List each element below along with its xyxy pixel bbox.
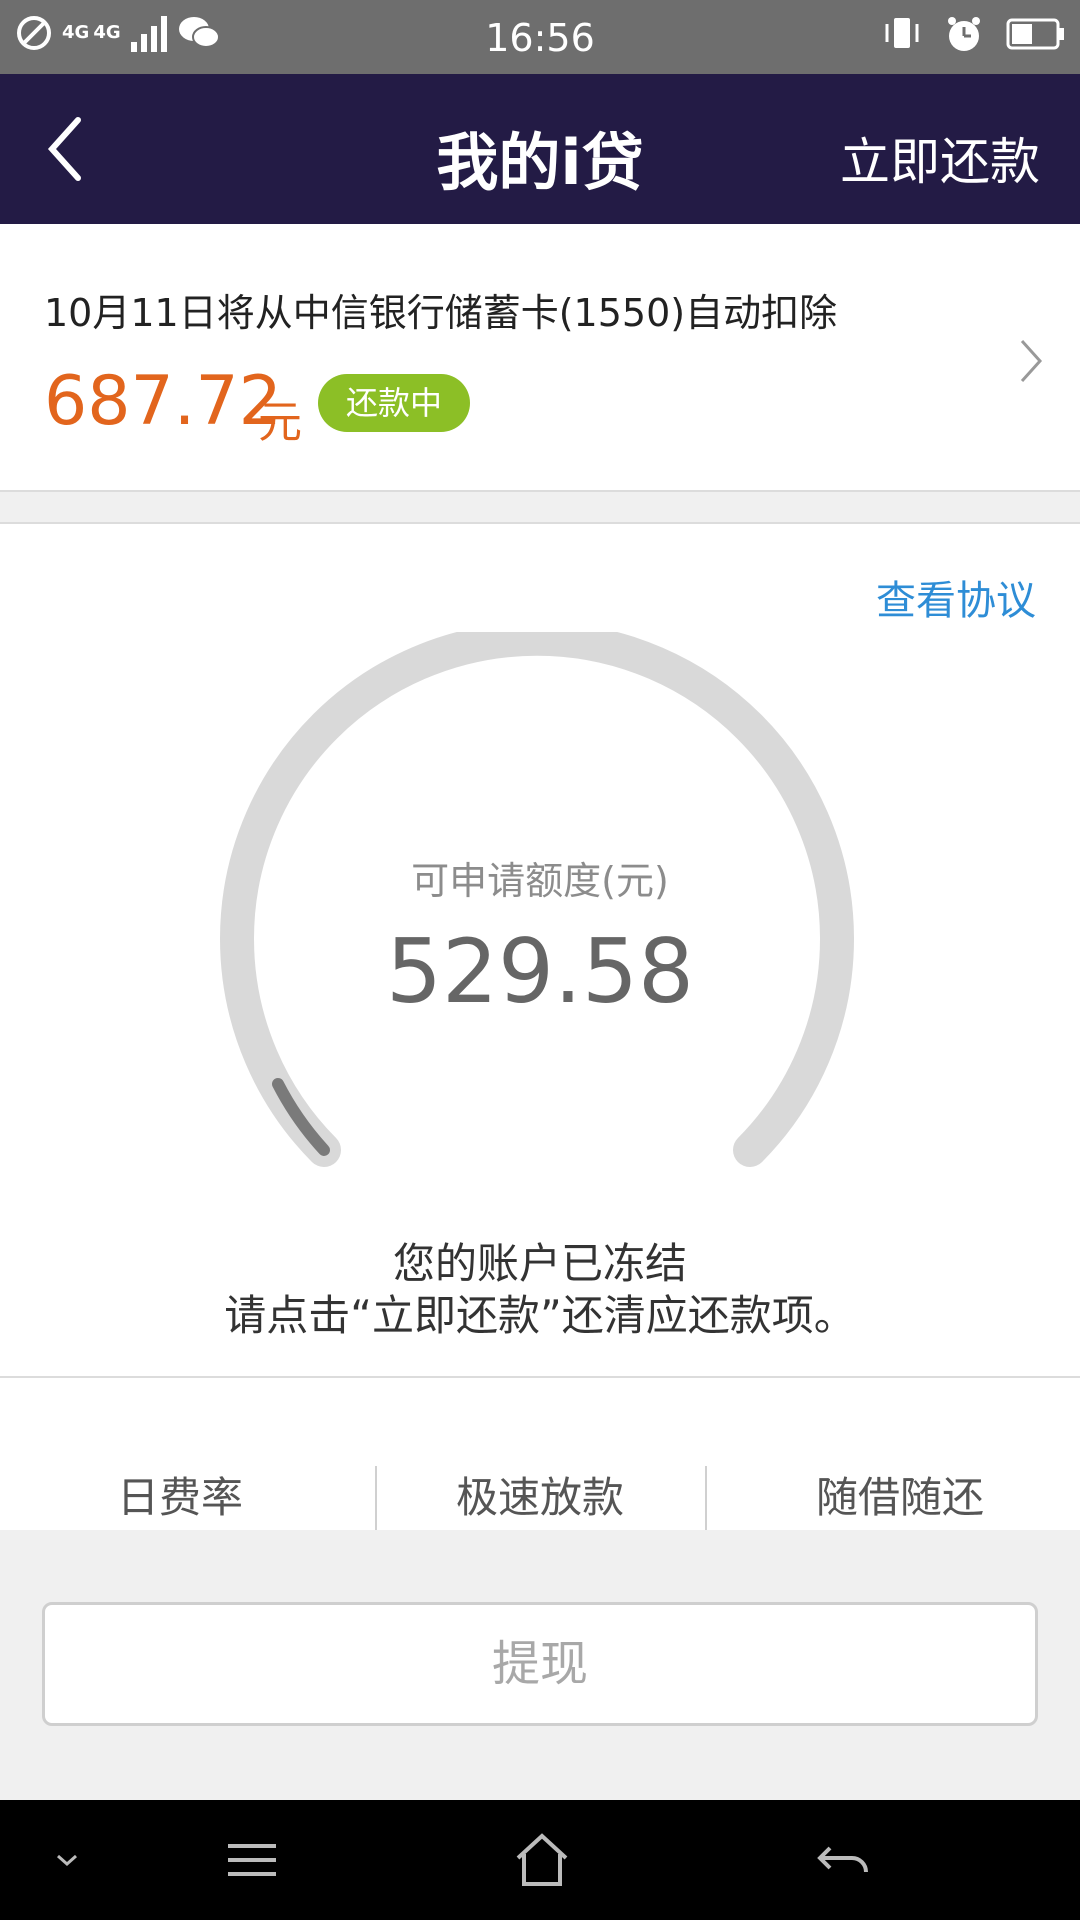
feature-daily-rate: 日费率 [116, 1473, 243, 1522]
system-nav-bar [0, 1800, 1080, 1920]
status-badge: 还款中 [318, 374, 470, 432]
status-right [882, 14, 1066, 54]
feature-fast-disbursal: 极速放款 [455, 1473, 624, 1522]
features-row: 日费率 极速放款 随借随还 [0, 1466, 1080, 1530]
credit-limit-label: 可申请额度(元) [411, 859, 669, 903]
credit-limit-value: 529.58 [386, 920, 694, 1023]
chevron-down-icon[interactable] [52, 1830, 82, 1890]
feature-divider-1 [375, 1466, 377, 1530]
section-divider [0, 490, 1080, 524]
repayment-description: 10月11日将从中信银行储蓄卡(1550)自动扣除 [44, 291, 838, 335]
alarm-icon [948, 17, 980, 51]
status-bar: 4G 4G 16:56 [0, 0, 1080, 74]
back-nav-icon[interactable] [812, 1830, 872, 1890]
repayment-unit: 元 [258, 397, 302, 448]
home-icon[interactable] [512, 1830, 572, 1890]
frozen-notice-line2: 请点击“立即还款”还清应还款项。 [224, 1291, 856, 1340]
vibrate-icon [885, 18, 919, 48]
feature-flexible-repay: 随借随还 [815, 1473, 984, 1522]
withdraw-button[interactable]: 提现 [42, 1602, 1038, 1726]
divider [0, 1376, 1080, 1378]
repayment-card[interactable]: 10月11日将从中信银行储蓄卡(1550)自动扣除 687.72 元 还款中 [0, 224, 1080, 490]
chevron-right-icon [1020, 339, 1043, 383]
repayment-amount: 687.72 [44, 362, 282, 441]
battery-icon [1006, 18, 1064, 50]
repay-now-button[interactable]: 立即还款 [840, 122, 1040, 194]
view-agreement-link[interactable]: 查看协议 [876, 568, 1036, 626]
app-bar: 我的i贷 立即还款 [0, 74, 1080, 224]
feature-divider-2 [705, 1466, 707, 1530]
credit-gauge [220, 632, 854, 1167]
menu-icon[interactable] [222, 1830, 282, 1890]
